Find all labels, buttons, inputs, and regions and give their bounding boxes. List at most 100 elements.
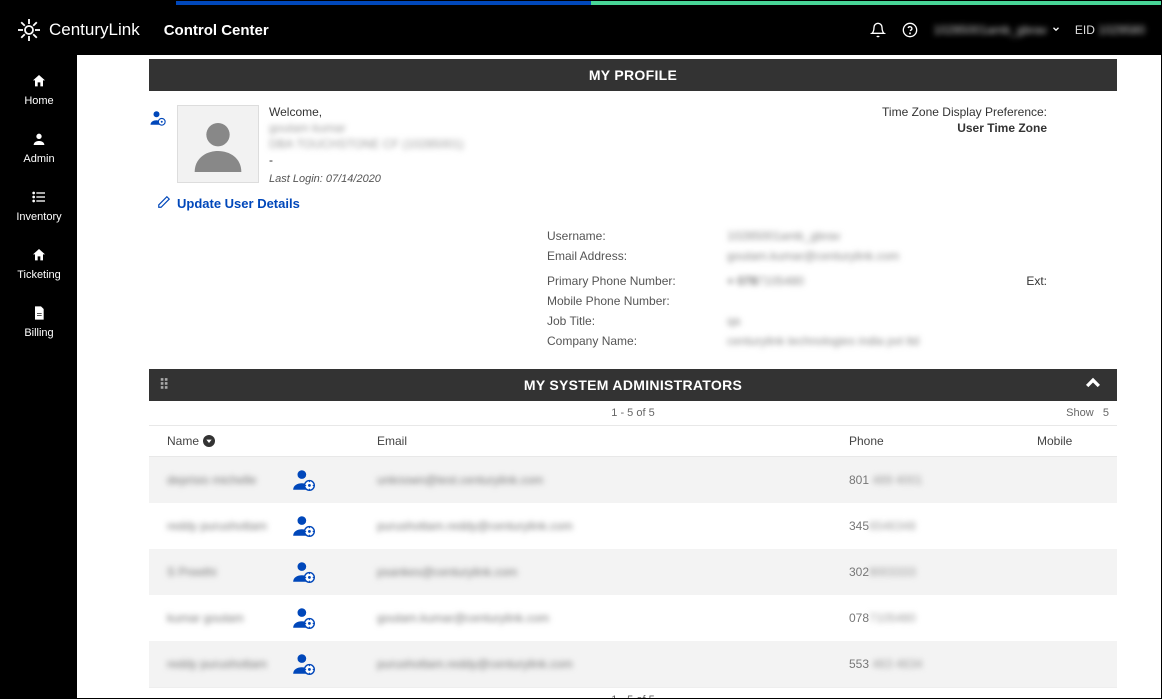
cell-phone: 0787105480 [849,611,1037,625]
cell-name: deprisio michelle [167,473,289,487]
cell-email: purushottam.reddy@centurylink.com [377,519,849,533]
timezone-pref-value: User Time Zone [571,121,1047,135]
topbar-username: 10285001amb_gbrav [933,23,1046,37]
column-header-phone[interactable]: Phone [849,434,1037,448]
ticketing-icon [29,245,49,265]
user-settings-icon[interactable] [289,513,377,539]
sidebar-item-label: Inventory [16,211,61,223]
table-header-row: Name Email Phone Mobile [149,426,1117,457]
sort-down-icon [203,435,215,447]
pager-range-top: 1 - 5 of 5 [611,407,654,419]
field-label-primary-phone: Primary Phone Number: [547,274,727,288]
eid-value: 1029580 [1098,23,1145,37]
drag-handle-icon[interactable]: ⠿ [159,377,170,394]
sidebar-item-admin[interactable]: Admin [1,119,77,177]
column-header-email[interactable]: Email [377,434,849,448]
centurylink-logo-icon [17,18,41,42]
cell-name: kumar goutam [167,611,289,625]
table-row: reddy purushottam purushottam.reddy@centu… [149,503,1117,549]
eid-label: EID [1075,23,1095,37]
field-value-job-title: qa [727,314,1005,328]
table-pager-top: 1 - 5 of 5 Show 5 [149,401,1117,426]
field-label-ext: Ext: [1005,274,1047,288]
collapse-toggle[interactable] [1083,374,1103,397]
table-row: S Preethi psankes@centurylink.com30290033… [149,549,1117,595]
cell-name: reddy purushottam [167,657,289,671]
show-value: 5 [1103,407,1109,419]
cell-name: S Preethi [167,565,289,579]
profile-user-line3: - [269,153,464,167]
user-menu[interactable]: 10285001amb_gbrav [933,23,1060,37]
field-value-company: centurylink technologies india pvt ltd [727,334,1005,348]
cell-name: reddy purushottam [167,519,289,533]
user-settings-icon[interactable] [289,559,377,585]
field-label-company: Company Name: [547,334,727,348]
user-settings-icon[interactable] [289,605,377,631]
sidebar: Home Admin Inventory Ticketing Billing [1,55,77,698]
cell-email: psankes@centurylink.com [377,565,849,579]
home-icon [29,71,49,91]
cell-phone: 553 463 4634 [849,657,1037,671]
cell-email: purushottam.reddy@centurylink.com [377,657,849,671]
table-row: deprisio michelle unknown@test.centurylin… [149,457,1117,503]
field-value-email: goutam.kumar@centurylink.com [727,249,1005,263]
sidebar-item-home[interactable]: Home [1,61,77,119]
timezone-pref-label: Time Zone Display Preference: [571,105,1047,119]
cell-phone: 801 489 4001 [849,473,1037,487]
table-show-selector[interactable]: Show 5 [1066,407,1109,419]
table-row: reddy purushottam purushottam.reddy@centu… [149,641,1117,687]
field-value-mobile-phone [727,294,1005,308]
user-settings-icon[interactable] [289,467,377,493]
eid-display: EID 1029580 [1075,23,1145,37]
avatar [177,105,259,183]
table-row: kumar goutam goutam.kumar@centurylink.com… [149,595,1117,641]
column-header-mobile[interactable]: Mobile [1037,434,1117,448]
inventory-icon [29,187,49,207]
chevron-down-icon [1051,23,1061,37]
admin-section: ⠿ MY SYSTEM ADMINISTRATORS 1 - 5 of 5 Sh… [149,369,1117,698]
user-settings-icon [149,109,167,127]
profile-section-header: MY PROFILE [149,59,1117,91]
field-value-username: 10285001amb_gbrav [727,229,1005,243]
admin-icon [29,129,49,149]
profile-user-line2: DBA TOUCHSTONE CF (10285001) [269,137,464,151]
admin-header-title: MY SYSTEM ADMINISTRATORS [524,377,742,393]
sidebar-item-ticketing[interactable]: Ticketing [1,235,77,293]
notifications-icon[interactable] [869,21,887,39]
last-login: Last Login: 07/14/2020 [269,173,464,185]
brand-logo[interactable]: CenturyLink [17,18,140,42]
sidebar-item-label: Home [24,95,53,107]
pager-range-bottom: 1 - 5 of 5 [611,694,654,698]
column-header-name[interactable]: Name [167,434,377,448]
cell-phone: 3456546348 [849,519,1037,533]
update-link-label: Update User Details [177,196,300,211]
sidebar-item-label: Admin [23,153,54,165]
cell-phone: 3029003333 [849,565,1037,579]
user-settings-icon[interactable] [289,651,377,677]
billing-icon [29,303,49,323]
help-icon[interactable] [901,21,919,39]
field-label-job-title: Job Title: [547,314,727,328]
field-label-username: Username: [547,229,727,243]
table-pager-bottom: 1 - 5 of 5 [149,687,1117,698]
sidebar-item-label: Ticketing [17,269,61,281]
cell-email: goutam.kumar@centurylink.com [377,611,849,625]
update-user-details-link[interactable]: Update User Details [157,195,300,212]
admin-section-header: ⠿ MY SYSTEM ADMINISTRATORS [149,369,1117,401]
cell-email: unknown@test.centurylink.com [377,473,849,487]
welcome-label: Welcome, [269,105,464,119]
pencil-icon [157,195,171,212]
main-content: MY PROFILE Welcome, goutam kumar DBA TOU… [77,55,1161,698]
sidebar-item-inventory[interactable]: Inventory [1,177,77,235]
brand-product-name: Control Center [164,22,269,39]
show-label: Show [1066,407,1094,419]
field-value-primary-phone: + 078+ 07871054807105480 [727,274,1005,288]
field-label-mobile-phone: Mobile Phone Number: [547,294,727,308]
profile-body: Welcome, goutam kumar DBA TOUCHSTONE CF … [149,91,1117,191]
sidebar-item-label: Billing [24,327,53,339]
sidebar-item-billing[interactable]: Billing [1,293,77,351]
profile-fields: Username: 10285001amb_gbrav Email Addres… [547,226,1047,351]
profile-user-line1: goutam kumar [269,121,464,135]
brand-company-name: CenturyLink [49,20,140,40]
topbar: CenturyLink Control Center 10285001amb_g… [1,5,1161,55]
